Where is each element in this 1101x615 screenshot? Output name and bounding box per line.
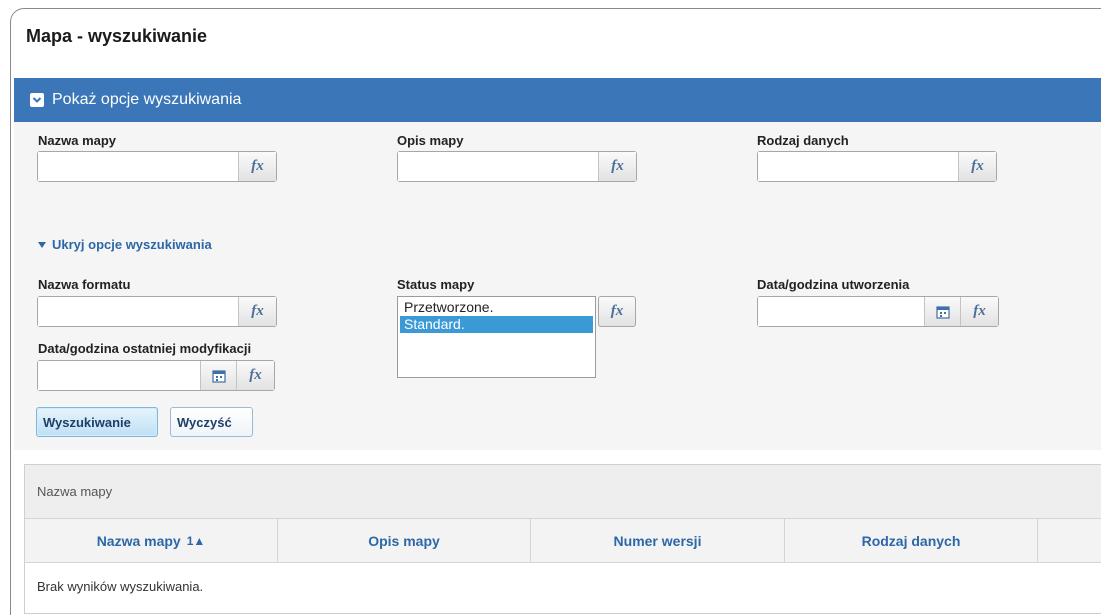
data-utworzenia-input[interactable] — [758, 297, 924, 326]
column-header-numer-wersji[interactable]: Numer wersji — [531, 519, 785, 562]
results-header-row: Nazwa mapy 1▲ Opis mapy Numer wersji Rod… — [25, 519, 1101, 563]
rodzaj-danych-field: fx — [757, 151, 997, 182]
opis-mapy-label: Opis mapy — [397, 133, 464, 148]
calendar-button[interactable] — [924, 297, 960, 326]
checkbox-chevron-icon[interactable] — [30, 93, 44, 107]
column-header-label: Rodzaj danych — [861, 532, 961, 549]
nazwa-mapy-input[interactable] — [38, 152, 238, 181]
results-title: Nazwa mapy — [25, 465, 1101, 519]
opis-mapy-field: fx — [397, 151, 637, 182]
results-panel: Nazwa mapy Nazwa mapy 1▲ Opis mapy Numer… — [24, 464, 1101, 614]
column-header-label: Numer wersji — [613, 532, 702, 549]
fx-icon: fx — [251, 303, 264, 319]
calendar-icon — [935, 305, 950, 319]
calendar-icon — [211, 369, 226, 383]
fx-icon: fx — [249, 367, 262, 383]
search-panel: Pokaż opcje wyszukiwania Nazwa mapy fx O… — [14, 78, 1101, 450]
nazwa-formatu-input[interactable] — [38, 297, 238, 326]
search-options-header[interactable]: Pokaż opcje wyszukiwania — [14, 78, 1101, 122]
search-options-header-label: Pokaż opcje wyszukiwania — [52, 91, 242, 108]
fx-icon: fx — [971, 158, 984, 174]
clear-button[interactable]: Wyczyść — [170, 407, 253, 437]
data-utworzenia-field: fx — [757, 296, 999, 327]
hide-search-options-label: Ukryj opcje wyszukiwania — [52, 237, 212, 252]
search-button[interactable]: Wyszukiwanie — [36, 407, 158, 437]
nazwa-mapy-field: fx — [37, 151, 277, 182]
fx-icon: fx — [611, 158, 624, 174]
empty-results-message: Brak wyników wyszukiwania. — [37, 579, 204, 594]
status-option-przetworzone[interactable]: Przetworzone. — [400, 299, 593, 316]
fx-button[interactable]: fx — [960, 297, 998, 326]
hide-search-options-link[interactable]: Ukryj opcje wyszukiwania — [38, 237, 212, 252]
data-utworzenia-label: Data/godzina utworzenia — [757, 277, 910, 292]
nazwa-formatu-field: fx — [37, 296, 277, 327]
column-header-label: Opis mapy — [368, 532, 440, 549]
rodzaj-danych-input[interactable] — [758, 152, 958, 181]
data-modyfikacji-field: fx — [37, 360, 275, 391]
column-header-opis-mapy[interactable]: Opis mapy — [278, 519, 531, 562]
column-header-label: Nazwa mapy — [96, 532, 181, 549]
sort-asc-icon: 1▲ — [186, 533, 206, 548]
column-header-nazwa-mapy[interactable]: Nazwa mapy 1▲ — [25, 519, 278, 562]
status-option-standard[interactable]: Standard. — [400, 316, 593, 333]
rodzaj-danych-label: Rodzaj danych — [757, 133, 849, 148]
data-modyfikacji-input[interactable] — [38, 361, 200, 390]
fx-button[interactable]: fx — [238, 297, 276, 326]
nazwa-mapy-label: Nazwa mapy — [38, 133, 117, 148]
caret-down-icon — [38, 241, 46, 248]
fx-icon: fx — [973, 303, 986, 319]
nazwa-formatu-label: Nazwa formatu — [38, 277, 131, 292]
fx-button[interactable]: fx — [598, 152, 636, 181]
fx-button[interactable]: fx — [236, 361, 274, 390]
status-mapy-label: Status mapy — [397, 277, 475, 292]
column-header-rodzaj-danych[interactable]: Rodzaj danych — [785, 519, 1038, 562]
fx-button[interactable]: fx — [958, 152, 996, 181]
data-modyfikacji-label: Data/godzina ostatniej modyfikacji — [38, 341, 252, 356]
fx-button[interactable]: fx — [238, 152, 276, 181]
fx-icon: fx — [251, 158, 264, 174]
fx-button[interactable]: fx — [598, 296, 636, 327]
page-title: Mapa - wyszukiwanie — [26, 26, 208, 46]
calendar-button[interactable] — [200, 361, 236, 390]
opis-mapy-input[interactable] — [398, 152, 598, 181]
fx-icon: fx — [610, 303, 624, 319]
status-mapy-listbox[interactable]: Przetworzone. Standard. — [397, 296, 596, 378]
